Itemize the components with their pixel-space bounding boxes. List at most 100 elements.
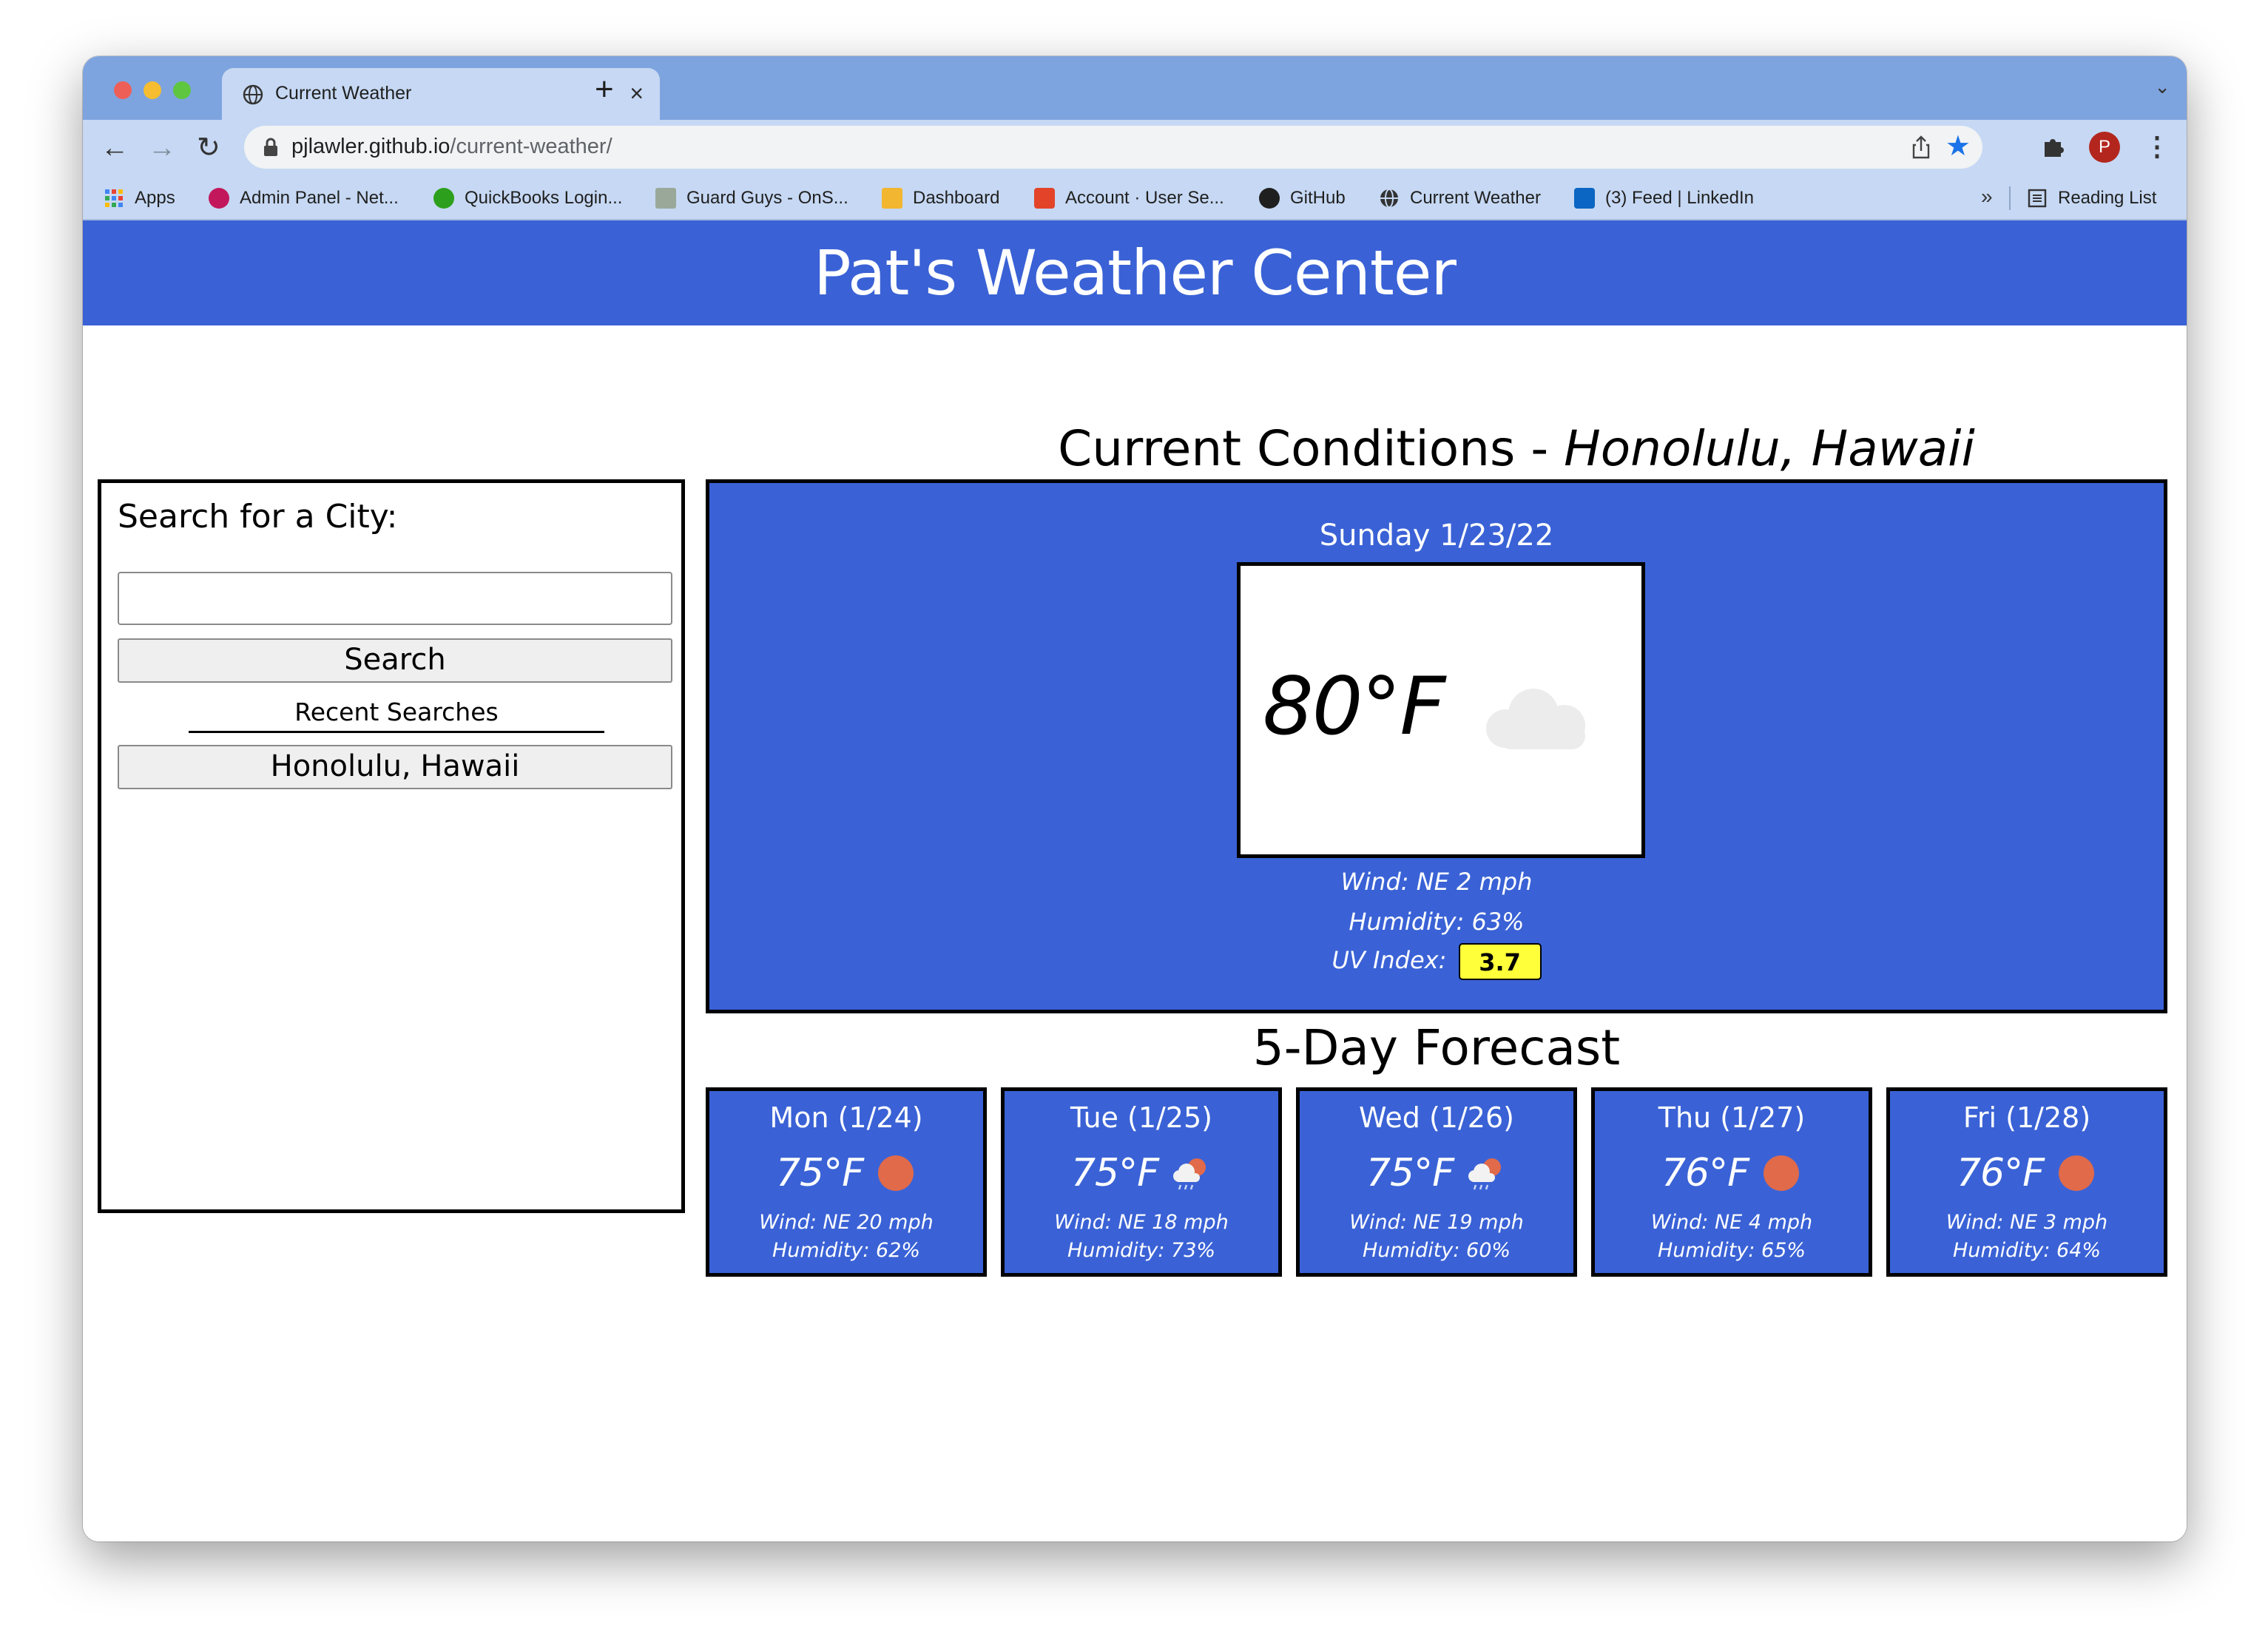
- bookmark-guard-guys[interactable]: Guard Guys - OnS...: [655, 186, 848, 210]
- reading-list-button[interactable]: Reading List: [2027, 186, 2156, 210]
- forecast-day: Wed (1/26): [1359, 1101, 1514, 1134]
- bookmark-label: GitHub: [1290, 188, 1346, 208]
- bookmark-github[interactable]: GitHub: [1259, 186, 1346, 210]
- tab-title: Current Weather: [275, 83, 412, 104]
- browser-window: Current Weather × + ⌄ ← → ↻ pjlawler.git…: [83, 56, 2187, 1542]
- rain-sun-icon: [1173, 1158, 1206, 1190]
- address-bar[interactable]: pjlawler.github.io/current-weather/ ★: [244, 126, 1982, 169]
- forecast-row: Mon (1/24) 75°F Wind: NE 20 mph Humidity…: [706, 1087, 2167, 1277]
- browser-toolbar: ← → ↻ pjlawler.github.io/current-weather…: [83, 120, 2187, 178]
- current-conditions-heading: Current Conditions - Honolulu, Hawaii: [1058, 420, 1975, 477]
- reading-list-label: Reading List: [2058, 188, 2157, 208]
- bookmark-label: Account · User Se...: [1065, 188, 1224, 208]
- bookmark-label: QuickBooks Login...: [465, 188, 623, 208]
- tab-search-chevron-icon[interactable]: ⌄: [2154, 75, 2170, 98]
- forecast-temp: 76°F: [1956, 1151, 2045, 1195]
- site-header: Pat's Weather Center: [83, 220, 2187, 325]
- bookmark-apps[interactable]: Apps: [104, 186, 175, 210]
- forecast-humidity: Humidity: 64%: [1952, 1239, 2102, 1262]
- current-city: Honolulu, Hawaii: [1564, 420, 1975, 477]
- bookmark-label: Apps: [135, 188, 175, 208]
- forecast-temp: 75°F: [1366, 1151, 1454, 1195]
- uv-index-row: UV Index: 3.7: [709, 943, 2164, 980]
- forecast-humidity: Humidity: 62%: [772, 1239, 921, 1262]
- bookmark-label: Dashboard: [913, 188, 1000, 208]
- sun-icon: [878, 1155, 914, 1191]
- url-text: pjlawler.github.io/current-weather/: [291, 135, 612, 158]
- search-button[interactable]: Search: [118, 638, 672, 683]
- bookmark-star-icon[interactable]: ★: [1945, 130, 1971, 163]
- sun-icon: [1764, 1155, 1800, 1191]
- forecast-wind: Wind: NE 20 mph: [759, 1211, 934, 1234]
- bookmark-dashboard[interactable]: Dashboard: [882, 186, 999, 210]
- current-wind: Wind: NE 2 mph: [1340, 868, 1533, 896]
- bookmark-label: (3) Feed | LinkedIn: [1605, 188, 1755, 208]
- minimize-window-button[interactable]: [144, 81, 161, 99]
- forecast-temp: 75°F: [775, 1151, 864, 1195]
- current-conditions-panel: Sunday 1/23/22 80°F Wind: NE 2 mph Humid…: [706, 479, 2167, 1013]
- current-temp-card: 80°F: [1237, 562, 1645, 858]
- forecast-wind: Wind: NE 4 mph: [1650, 1211, 1813, 1234]
- bookmark-label: Guard Guys - OnS...: [686, 188, 848, 208]
- forecast-day: Tue (1/25): [1070, 1101, 1212, 1134]
- reload-icon[interactable]: ↻: [197, 130, 220, 166]
- new-tab-button[interactable]: +: [595, 71, 614, 108]
- globe-icon: [243, 84, 263, 105]
- uv-index-badge: 3.7: [1458, 943, 1542, 980]
- guard-guys-icon: [655, 188, 676, 209]
- apps-grid-icon: [105, 189, 123, 207]
- rain-sun-icon: [1468, 1158, 1502, 1190]
- bookmark-admin-panel[interactable]: Admin Panel - Net...: [209, 186, 399, 210]
- forecast-day: Thu (1/27): [1658, 1101, 1806, 1134]
- forecast-day: Mon (1/24): [769, 1101, 923, 1134]
- bookmark-label: Admin Panel - Net...: [240, 188, 399, 208]
- recent-search-item[interactable]: Honolulu, Hawaii: [118, 745, 672, 789]
- linkedin-icon: [1574, 188, 1595, 209]
- more-bookmarks-chevron-icon[interactable]: »: [1981, 185, 1993, 209]
- forecast-card: Wed (1/26) 75°F Wind: NE 19 mph Humidity…: [1296, 1087, 1577, 1277]
- city-search-input[interactable]: [118, 572, 672, 625]
- more-menu-icon[interactable]: ⋮: [2144, 129, 2170, 164]
- bookmarks-bar: Apps Admin Panel - Net... QuickBooks Log…: [83, 178, 2187, 220]
- globe-icon: [1380, 189, 1398, 208]
- forecast-temp: 76°F: [1661, 1151, 1749, 1195]
- forecast-card: Thu (1/27) 76°F Wind: NE 4 mph Humidity:…: [1591, 1087, 1872, 1277]
- current-humidity: Humidity: 63%: [1349, 908, 1525, 936]
- sun-icon: [2059, 1155, 2095, 1191]
- forecast-humidity: Humidity: 65%: [1657, 1239, 1806, 1262]
- bookmarks-divider: [2009, 186, 2011, 210]
- close-tab-icon[interactable]: ×: [630, 78, 644, 108]
- forecast-wind: Wind: NE 3 mph: [1945, 1211, 2108, 1234]
- lock-icon: [264, 138, 277, 156]
- cloud-icon: [1486, 689, 1585, 749]
- forward-arrow-icon[interactable]: →: [148, 130, 176, 166]
- extensions-puzzle-icon[interactable]: [2040, 133, 2067, 160]
- current-date: Sunday 1/23/22: [1319, 519, 1554, 553]
- close-window-button[interactable]: [114, 81, 132, 99]
- bookmark-current-weather[interactable]: Current Weather: [1379, 186, 1541, 210]
- bookmark-label: Current Weather: [1410, 188, 1541, 208]
- share-icon[interactable]: [1910, 135, 1932, 160]
- search-label: Search for a City:: [118, 498, 398, 536]
- forecast-card: Mon (1/24) 75°F Wind: NE 20 mph Humidity…: [706, 1087, 987, 1277]
- forecast-card: Tue (1/25) 75°F Wind: NE 18 mph Humidity…: [1001, 1087, 1282, 1277]
- bookmark-linkedin[interactable]: (3) Feed | LinkedIn: [1574, 186, 1754, 210]
- maximize-window-button[interactable]: [173, 81, 191, 99]
- recent-searches-label: Recent Searches: [189, 698, 604, 733]
- bookmark-account[interactable]: Account · User Se...: [1034, 186, 1224, 210]
- current-temperature: 80°F: [1263, 661, 1446, 753]
- forecast-humidity: Humidity: 73%: [1067, 1239, 1216, 1262]
- page-content: Pat's Weather Center Current Conditions …: [83, 220, 2187, 1542]
- forecast-wind: Wind: NE 19 mph: [1349, 1211, 1524, 1234]
- site-title: Pat's Weather Center: [814, 237, 1457, 309]
- bookmark-quickbooks[interactable]: QuickBooks Login...: [433, 186, 622, 210]
- uv-index-label: UV Index:: [1332, 946, 1447, 974]
- admin-panel-icon: [209, 188, 229, 209]
- forecast-card: Fri (1/28) 76°F Wind: NE 3 mph Humidity:…: [1886, 1087, 2167, 1277]
- back-arrow-icon[interactable]: ←: [101, 130, 129, 166]
- profile-avatar[interactable]: P: [2089, 132, 2120, 163]
- forecast-day: Fri (1/28): [1962, 1101, 2091, 1134]
- gitlab-icon: [1034, 188, 1055, 209]
- forecast-wind: Wind: NE 18 mph: [1054, 1211, 1229, 1234]
- forecast-temp: 75°F: [1070, 1151, 1159, 1195]
